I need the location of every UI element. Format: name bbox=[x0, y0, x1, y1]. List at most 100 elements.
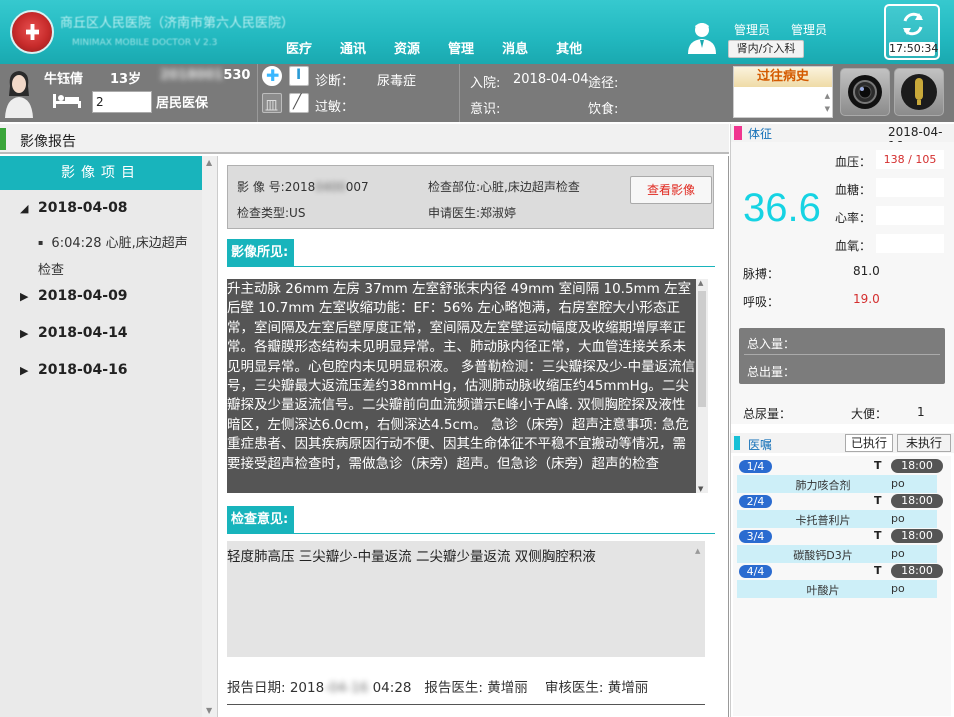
nav-other[interactable]: 其他 bbox=[556, 38, 582, 57]
title-accent bbox=[0, 128, 6, 150]
scroll-down-icon[interactable]: ▼ bbox=[698, 485, 703, 493]
admission-date: 2018-04-04 bbox=[513, 72, 589, 87]
divider bbox=[459, 64, 460, 122]
report-panel: 影 像 号:20180400007 检查部位:心脏,床边超声检查 检查类型:US… bbox=[218, 156, 729, 717]
drug-name: 肺力咳合剂 bbox=[795, 479, 851, 492]
intake-output-box: 总入量： 总出量： bbox=[739, 328, 945, 384]
imaging-list-header: 影像项目 bbox=[0, 156, 202, 190]
tab-pending[interactable]: 未执行 bbox=[897, 434, 951, 452]
order-item[interactable]: 1/4 T 18:00 肺力咳合剂 po bbox=[737, 458, 947, 493]
date-item[interactable]: ▶ 2018-04-14 bbox=[20, 325, 128, 341]
drug-route: po bbox=[891, 547, 905, 560]
date-item[interactable]: ▶ 2018-04-09 bbox=[20, 288, 128, 304]
bed-number: 2 bbox=[92, 91, 152, 113]
scroll-up-icon[interactable]: ▲ bbox=[695, 547, 700, 555]
divider bbox=[744, 354, 940, 355]
nav-communication[interactable]: 通讯 bbox=[340, 38, 366, 57]
report-date-suffix: 04:28 bbox=[372, 680, 412, 696]
orders-accent bbox=[734, 436, 740, 450]
nav-messages[interactable]: 消息 bbox=[502, 38, 528, 57]
date-label: 2018-04-16 bbox=[38, 362, 128, 378]
microphone-button[interactable] bbox=[894, 68, 944, 116]
main-nav: 医疗 通讯 资源 管理 消息 其他 bbox=[286, 38, 582, 57]
glucose-value bbox=[876, 178, 944, 197]
date-label: 2018-04-09 bbox=[38, 288, 128, 304]
order-item[interactable]: 3/4 T 18:00 碳酸钙D3片 po bbox=[737, 528, 947, 563]
bed-icon bbox=[53, 94, 81, 108]
order-item[interactable]: 2/4 T 18:00 卡托普利片 po bbox=[737, 493, 947, 528]
camera-button[interactable] bbox=[840, 68, 890, 116]
tab-executed[interactable]: 已执行 bbox=[845, 434, 893, 452]
order-time: 18:00 bbox=[891, 459, 943, 473]
clock: 17:50:34 bbox=[889, 42, 939, 56]
text-cursor-icon[interactable] bbox=[289, 66, 309, 86]
resp-value: 19.0 bbox=[853, 292, 880, 306]
scroll-down-icon[interactable]: ▼ bbox=[206, 706, 212, 715]
findings-header: 影像所见: bbox=[227, 239, 715, 267]
findings-text-area[interactable]: 升主动脉 26mm 左房 37mm 左室舒张末内径 49mm 室间隔 10.5m… bbox=[227, 279, 696, 493]
refresh-button[interactable]: 17:50:34 bbox=[884, 4, 940, 60]
image-number-label: 影 像 号: bbox=[237, 180, 285, 194]
allergy-label: 过敏： bbox=[315, 100, 355, 115]
vitals-accent bbox=[734, 126, 742, 140]
hospital-logo bbox=[10, 10, 54, 54]
view-image-button[interactable]: 查看影像 bbox=[630, 176, 712, 204]
order-item[interactable]: 4/4 T 18:00 叶酸片 po bbox=[737, 563, 947, 598]
list-scrollbar[interactable]: ▲ ▼ bbox=[202, 156, 218, 717]
past-history-title: 过往病史 bbox=[734, 67, 832, 87]
impression-text[interactable]: 轻度肺高压 三尖瓣少-中量返流 二尖瓣少量返流 双侧胸腔积液 bbox=[227, 541, 705, 657]
order-type: T bbox=[874, 529, 882, 542]
pulse-label: 脉搏： bbox=[743, 267, 780, 281]
drug-route: po bbox=[891, 512, 905, 525]
pen-icon[interactable] bbox=[289, 93, 309, 113]
drug-name: 碳酸钙D3片 bbox=[793, 549, 853, 562]
scroll-arrows-icon[interactable]: ▲ ▼ bbox=[825, 90, 830, 116]
scroll-thumb[interactable] bbox=[698, 291, 706, 407]
past-history-box[interactable]: 过往病史 ▲ ▼ bbox=[733, 66, 833, 118]
side-panel: 体征 2018-04-16 36.6 血压： 138 / 105 血糖： 心率：… bbox=[730, 124, 954, 717]
patient-id: 2018001530 bbox=[160, 68, 251, 83]
requesting-doctor: 申请医生:郑淑婷 bbox=[428, 206, 517, 220]
patient-age: 13岁 bbox=[110, 72, 142, 87]
drug-name: 叶酸片 bbox=[806, 584, 840, 597]
department-selector[interactable]: 肾内/介入科 bbox=[728, 40, 804, 58]
route-label: 途径: bbox=[588, 76, 619, 91]
urine-label: 总尿量： bbox=[743, 407, 792, 421]
diet-label: 饮食: bbox=[588, 102, 619, 117]
scroll-up-icon[interactable]: ▲ bbox=[698, 279, 703, 287]
order-type: T bbox=[874, 459, 882, 472]
patient-avatar bbox=[5, 71, 33, 118]
module-icon[interactable] bbox=[262, 93, 282, 114]
insurance-type: 居民医保 bbox=[156, 96, 209, 111]
temperature-value: 36.6 bbox=[743, 186, 821, 230]
findings-scrollbar[interactable]: ▲ ▼ bbox=[696, 279, 708, 493]
report-date-prefix: 2018 bbox=[289, 680, 325, 696]
report-doctor: 报告医生: 黄增丽 bbox=[424, 680, 528, 696]
report-date-label: 报告日期: bbox=[227, 680, 290, 696]
nav-medical[interactable]: 医疗 bbox=[286, 38, 312, 57]
consciousness-label: 意识: bbox=[470, 102, 501, 117]
audit-doctor: 审核医生: 黄增丽 bbox=[544, 680, 649, 696]
camera-icon bbox=[848, 75, 882, 109]
spo2-label: 血氧： bbox=[835, 239, 872, 253]
imaging-item[interactable]: 6:04:28 心脏,床边超声 bbox=[38, 232, 187, 251]
order-time: 18:00 bbox=[891, 494, 943, 508]
user-role: 管理员 bbox=[734, 23, 771, 37]
page-title: 影像报告 bbox=[20, 134, 76, 150]
scroll-up-icon[interactable]: ▲ bbox=[206, 158, 212, 167]
drug-route: po bbox=[891, 582, 905, 595]
date-item[interactable]: ◢ 2018-04-08 bbox=[20, 200, 128, 216]
findings-title: 影像所见: bbox=[227, 239, 295, 267]
nav-management[interactable]: 管理 bbox=[448, 38, 474, 57]
bp-value: 138 / 105 bbox=[876, 150, 944, 169]
drug-name: 卡托普利片 bbox=[795, 514, 851, 527]
order-drug-row: 卡托普利片 po bbox=[737, 510, 937, 528]
stool-label: 大便： bbox=[851, 407, 888, 421]
date-item[interactable]: ▶ 2018-04-16 bbox=[20, 362, 128, 378]
collapse-icon: ▶ bbox=[20, 290, 29, 303]
heart-rate-value bbox=[876, 206, 944, 225]
imaging-item-cont[interactable]: 检查 bbox=[38, 259, 64, 278]
add-icon[interactable] bbox=[262, 66, 282, 86]
nav-resources[interactable]: 资源 bbox=[394, 38, 420, 57]
exam-site: 检查部位:心脏,床边超声检查 bbox=[428, 180, 580, 194]
